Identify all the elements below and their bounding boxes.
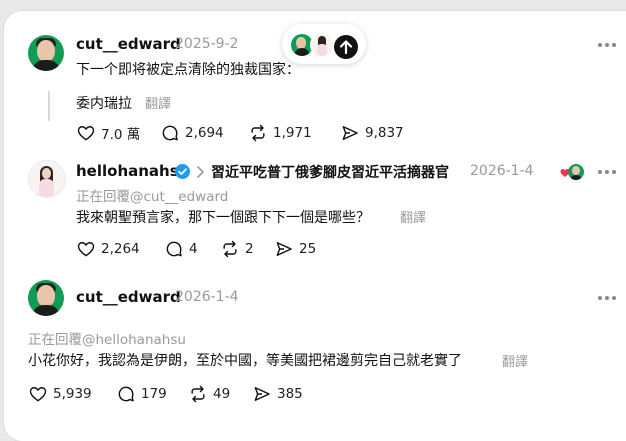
comment-count: 4 [189,241,198,257]
share-button[interactable]: 25 [274,238,316,260]
post-text-line2: 委内瑞拉 [76,96,132,112]
repost-icon [251,124,265,142]
liked-by-author-badge [560,164,584,182]
like-button[interactable]: 7.0 萬 [76,122,140,144]
comment-count: 179 [141,386,167,402]
share-icon [276,242,292,256]
repost-icon [191,385,205,403]
comment-icon [166,241,182,257]
repost-count: 1,971 [273,125,312,141]
post-date[interactable]: 2026-1-4 [470,163,534,179]
heart-icon [29,387,47,402]
share-icon [254,387,270,401]
like-count: 2,264 [101,241,140,257]
replying-to[interactable]: 正在回覆@cut__edward [76,185,228,205]
avatar[interactable] [28,160,66,198]
more-icon[interactable] [598,167,618,177]
heart-icon [77,126,95,141]
comment-button[interactable]: 179 [116,383,167,405]
post-text: 下一个即将被定点清除的独裁国家： [76,62,300,78]
comment-button[interactable]: 2,694 [160,122,224,144]
repost-count: 49 [213,386,231,402]
post-username[interactable]: hellohanahsu [76,162,189,180]
avatar[interactable] [28,280,64,316]
more-icon[interactable] [598,40,618,50]
more-icon[interactable] [598,293,618,303]
scroll-up-button[interactable] [334,35,358,59]
repost-button[interactable]: 1,971 [248,122,312,144]
verified-icon [175,164,190,179]
post-text: 小花你好，我認為是伊朗，至於中國，等美國把裙邊剪完自己就老實了 [28,353,462,369]
repost-button[interactable]: 49 [188,383,230,405]
topic-tag[interactable]: 習近平吃普丁俄爹腳皮習近平活摘器官 [211,162,449,182]
avatar[interactable] [28,35,64,71]
translate-link[interactable]: 翻譯 [502,351,528,370]
like-button[interactable]: 2,264 [76,238,140,260]
post-date[interactable]: 2026-1-4 [175,289,239,305]
translate-link[interactable]: 翻譯 [400,207,426,226]
arrow-up-icon [339,40,353,55]
like-button[interactable]: 5,939 [28,383,92,405]
like-count: 7.0 萬 [101,127,141,143]
share-count: 9,837 [365,125,404,141]
share-count: 25 [299,241,317,257]
repost-count: 2 [245,241,254,257]
like-count: 5,939 [53,386,92,402]
repost-button[interactable]: 2 [220,238,254,260]
heart-icon [77,242,95,257]
comment-icon [118,386,134,402]
share-button[interactable]: 385 [252,383,303,405]
comment-icon [162,125,178,141]
comment-count: 2,694 [185,125,224,141]
share-icon [342,126,358,140]
comment-button[interactable]: 4 [164,238,198,260]
chevron-right-icon [197,166,204,178]
participant-avatar-hana [310,33,334,57]
quote-bar [48,91,50,121]
share-count: 385 [277,386,303,402]
post-username[interactable]: cut__edward [76,35,181,53]
post-text: 我來朝聖預言家，那下一個跟下下一個是哪些？ [76,210,370,226]
post-username[interactable]: cut__edward [76,288,181,306]
repost-icon [223,240,237,258]
translate-link[interactable]: 翻譯 [145,93,171,112]
share-button[interactable]: 9,837 [340,122,404,144]
replying-to[interactable]: 正在回覆@hellohanahsu [28,328,186,348]
post-date[interactable]: 2025-9-2 [175,36,239,52]
